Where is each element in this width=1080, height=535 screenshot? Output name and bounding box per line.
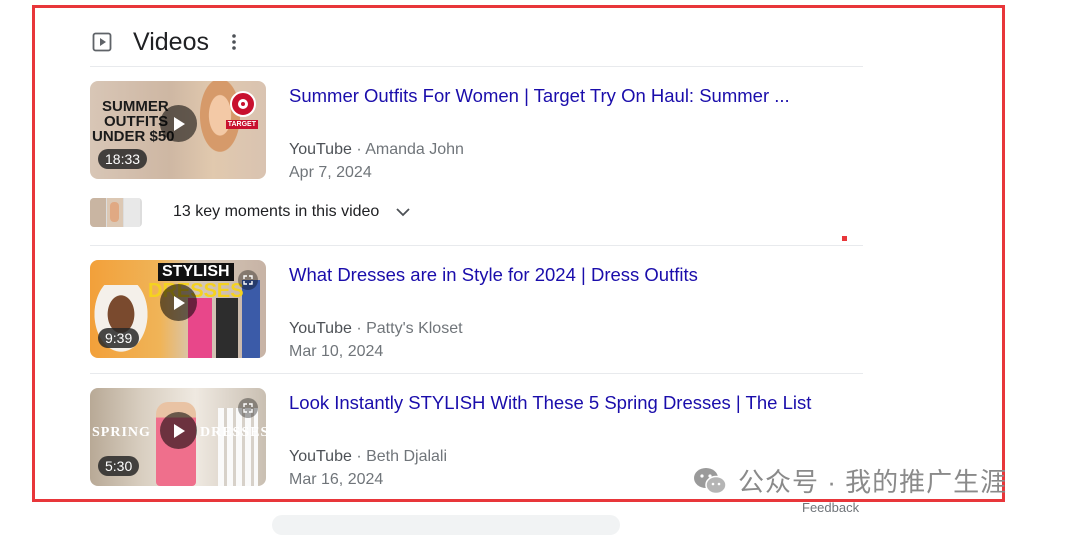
thumb-text: STYLISH [158,263,234,281]
meta-separator: · [356,141,362,158]
meta-separator: · [356,448,362,465]
key-moments-toggle[interactable]: 13 key moments in this video [90,197,413,227]
video-result: SUMMER OUTFITS UNDER $50 TARGET 18:33 Su… [90,81,863,191]
video-channel: Amanda John [365,141,464,158]
video-duration: 9:39 [98,328,140,348]
more-vert-icon[interactable] [229,30,239,54]
clothes-rack-image [218,408,258,486]
video-channel: Beth Djalali [366,448,448,465]
video-title-link[interactable]: Look Instantly STYLISH With These 5 Spri… [289,392,811,414]
divider [90,66,863,67]
watermark: 公众号 · 我的推广生涯 [692,462,1007,499]
video-title-link[interactable]: Summer Outfits For Women | Target Try On… [289,85,790,107]
expand-icon[interactable] [238,270,258,290]
target-logo-icon [230,91,256,117]
dress-image [242,280,260,358]
watermark-text: 公众号 · 我的推广生涯 [738,467,1008,497]
video-thumbnail[interactable]: SUMMER OUTFITS UNDER $50 TARGET 18:33 [90,81,266,179]
video-thumbnail[interactable]: STYLISH DRESSES 9:39 [90,260,266,358]
video-date: Mar 10, 2024 [289,343,384,360]
section-title: Videos [133,27,209,56]
meta-separator: · [356,320,362,337]
more-videos-button[interactable] [272,515,620,535]
video-play-box-icon [92,32,112,52]
key-moments-label: 13 key moments in this video [173,203,380,220]
divider [90,245,863,246]
video-duration: 5:30 [98,456,140,476]
video-meta: YouTube · Patty's Kloset Mar 10, 2024 [289,317,463,363]
video-date: Mar 16, 2024 [289,471,384,488]
video-meta: YouTube · Amanda John Apr 7, 2024 [289,138,464,184]
thumb-text: SUMMER [102,98,169,115]
feedback-link[interactable]: Feedback [802,500,859,515]
video-duration: 18:33 [98,149,148,169]
thumb-text: DRESSES [200,425,266,440]
video-result: STYLISH DRESSES 9:39 What Dresses are in… [90,260,863,370]
video-source: YouTube [289,141,352,158]
play-icon[interactable] [160,412,197,449]
videos-header: Videos [92,28,239,56]
video-thumbnail[interactable]: SPRING DRESSES 5:30 [90,388,266,486]
thumb-badge: TARGET [225,120,258,129]
expand-icon[interactable] [238,398,258,418]
wechat-icon [692,466,728,496]
dress-image [216,298,238,358]
key-moments-thumbnail [90,197,142,227]
video-date: Apr 7, 2024 [289,164,372,181]
thumb-text: SPRING [92,425,151,440]
video-source: YouTube [289,320,352,337]
video-title-link[interactable]: What Dresses are in Style for 2024 | Dre… [289,264,698,286]
video-meta: YouTube · Beth Djalali Mar 16, 2024 [289,445,447,491]
red-marker [842,236,847,241]
video-source: YouTube [289,448,352,465]
chevron-down-icon[interactable] [393,202,413,222]
play-icon[interactable] [160,284,197,321]
divider [90,373,863,374]
thumb-text: OUTFITS [104,113,169,130]
video-channel: Patty's Kloset [366,320,463,337]
play-icon[interactable] [160,105,197,142]
